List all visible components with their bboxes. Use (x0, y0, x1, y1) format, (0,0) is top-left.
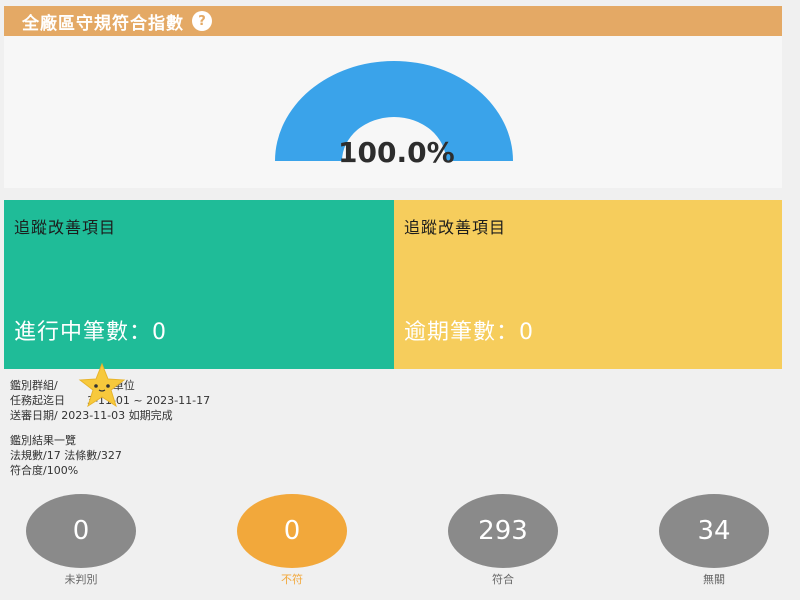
tracking-card-in-progress[interactable]: 追蹤改善項目 進行中筆數：0 (4, 200, 394, 369)
stat-compliant[interactable]: 293 符合 (448, 494, 558, 587)
help-icon[interactable]: ? (192, 11, 212, 31)
regulation-count-line: 法規數/17 法條數/327 (10, 449, 122, 462)
stat-noncompliant-label: 不符 (281, 573, 303, 586)
stat-compliant-label: 符合 (492, 573, 514, 586)
stat-unjudged-value: 0 (26, 494, 136, 568)
page-header: 全廠區守規符合指數 ? (4, 6, 782, 36)
overdue-count: 逾期筆數：0 (404, 320, 534, 345)
submit-date-line: 送審日期/ 2023-11-03 如期完成 (10, 409, 173, 422)
compliance-rate-line: 符合度/100% (10, 464, 79, 477)
stat-unjudged-label: 未判別 (64, 573, 98, 586)
compliance-gauge-panel: 100.0% (4, 36, 782, 188)
stat-irrelevant-value: 34 (659, 494, 769, 568)
result-summary-heading: 鑑別結果一覽 (10, 434, 76, 447)
gauge-value: 100.0% (338, 136, 455, 169)
stat-irrelevant-label: 無關 (703, 573, 725, 586)
card-title: 追蹤改善項目 (14, 218, 117, 237)
page-title: 全廠區守規符合指數 (22, 13, 184, 34)
card-title: 追蹤改善項目 (404, 218, 507, 237)
star-mascot-icon (78, 362, 126, 408)
stat-irrelevant[interactable]: 34 無關 (659, 494, 769, 587)
in-progress-count: 進行中筆數：0 (14, 320, 167, 345)
stat-noncompliant[interactable]: 0 不符 (237, 494, 347, 587)
stat-unjudged[interactable]: 0 未判別 (26, 494, 136, 587)
tracking-card-overdue[interactable]: 追蹤改善項目 逾期筆數：0 (394, 200, 782, 369)
stat-noncompliant-value: 0 (237, 494, 347, 568)
stat-compliant-value: 293 (448, 494, 558, 568)
